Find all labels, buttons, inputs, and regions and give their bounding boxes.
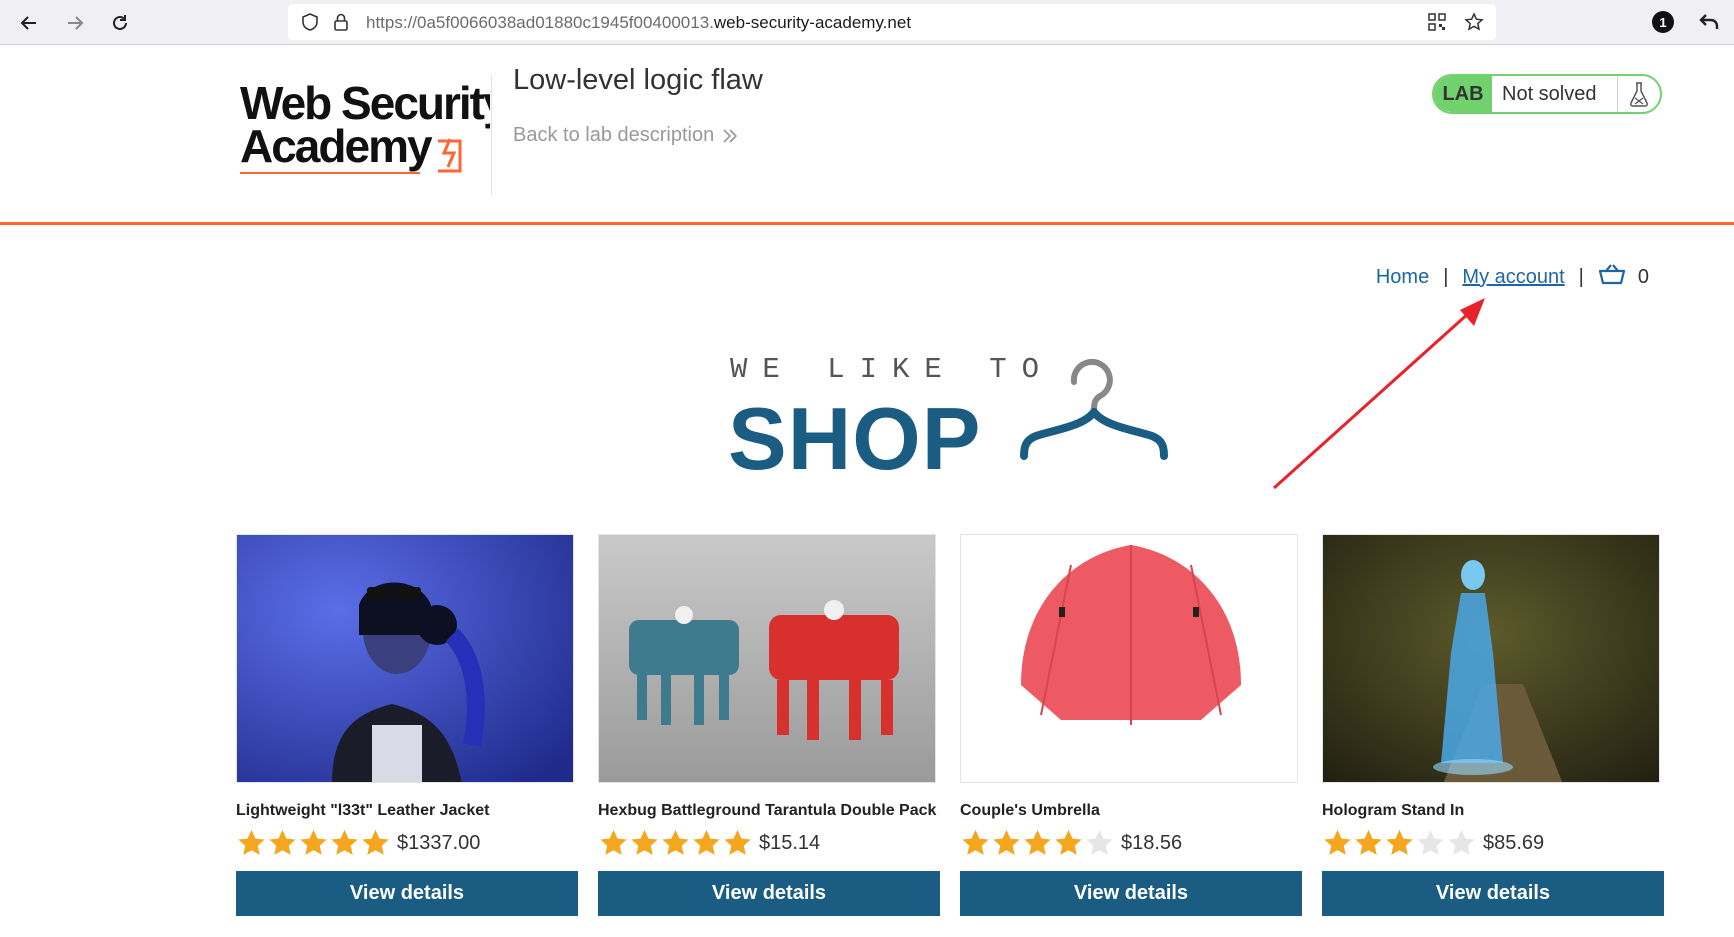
- view-details-button[interactable]: View details: [1322, 871, 1664, 916]
- product-rating: $18.56: [960, 828, 1302, 858]
- star-filled-icon: [1055, 829, 1082, 855]
- svg-text:Academy: Academy: [240, 120, 433, 172]
- product-name: Hexbug Battleground Tarantula Double Pac…: [598, 802, 937, 819]
- product-price: $85.69: [1483, 831, 1545, 854]
- product-rating: $15.14: [598, 828, 940, 858]
- product-rating: $1337.00: [236, 828, 578, 858]
- lab-badge: LAB: [1434, 76, 1492, 112]
- star-filled-icon: [1324, 829, 1351, 855]
- nav-separator: |: [1578, 265, 1584, 288]
- star-filled-icon: [1355, 829, 1382, 855]
- star-filled-icon: [693, 829, 720, 855]
- url-domain: web-security-academy.net: [713, 13, 912, 32]
- product-name: Lightweight "l33t" Leather Jacket: [236, 802, 490, 819]
- home-link[interactable]: Home: [1376, 266, 1429, 289]
- cart-basket-icon[interactable]: [1598, 263, 1626, 291]
- lab-status-text: Not solved: [1492, 76, 1618, 112]
- url-prefix: https://0a5f0066038ad01880c1945f00400013…: [366, 13, 714, 32]
- star-empty-icon: [1448, 829, 1475, 855]
- product-card: Hexbug Battleground Tarantula Double Pac…: [598, 534, 940, 916]
- web-security-academy-logo[interactable]: Web Security Academy: [238, 69, 511, 179]
- star-filled-icon: [300, 829, 327, 855]
- url-text[interactable]: https://0a5f0066038ad01880c1945f00400013…: [366, 13, 911, 33]
- nav-separator: |: [1443, 265, 1449, 288]
- qr-code-icon[interactable]: [1428, 13, 1446, 36]
- shop-navigation: Home | My account | 0: [1376, 263, 1649, 291]
- shield-icon[interactable]: [300, 12, 320, 37]
- my-account-link[interactable]: My account: [1462, 266, 1564, 289]
- lab-status-widget: LAB Not solved: [1432, 74, 1662, 114]
- product-name: Hologram Stand In: [1322, 802, 1465, 819]
- star-filled-icon: [662, 829, 689, 855]
- star-filled-icon: [1386, 829, 1413, 855]
- back-link-label: Back to lab description: [513, 124, 715, 146]
- star-filled-icon: [600, 829, 627, 855]
- product-price: $18.56: [1121, 831, 1183, 854]
- bookmark-star-icon[interactable]: [1464, 12, 1484, 37]
- view-details-button[interactable]: View details: [960, 871, 1302, 916]
- forward-arrow-icon[interactable]: [60, 8, 90, 38]
- product-image-umbrella: [960, 534, 1298, 783]
- star-filled-icon: [724, 829, 751, 855]
- lock-icon[interactable]: [332, 12, 350, 37]
- product-rating: $85.69: [1322, 828, 1664, 858]
- product-card: Hologram Stand In $85.69 View details: [1322, 534, 1664, 916]
- star-empty-icon: [1086, 829, 1113, 855]
- product-card: Couple's Umbrella $18.56 View details: [960, 534, 1302, 916]
- view-details-button[interactable]: View details: [236, 871, 578, 916]
- undo-arrow-icon[interactable]: [1698, 8, 1720, 38]
- notification-count: 1: [1652, 11, 1674, 33]
- back-to-lab-description-link[interactable]: Back to lab description: [513, 124, 738, 147]
- lab-title: Low-level logic flaw: [513, 64, 763, 96]
- banner-shop-text: SHOP: [728, 389, 982, 488]
- product-image-hexbug: [598, 534, 936, 783]
- star-filled-icon: [631, 829, 658, 855]
- notification-badge[interactable]: 1: [1652, 8, 1674, 33]
- browser-toolbar: https://0a5f0066038ad01880c1945f00400013…: [0, 0, 1734, 45]
- logo-divider: [491, 75, 492, 195]
- star-filled-icon: [238, 829, 265, 855]
- shop-banner: WE LIKE TO SHOP: [728, 350, 1168, 488]
- star-filled-icon: [331, 829, 358, 855]
- coat-hanger-icon: [1020, 358, 1168, 460]
- double-chevron-right-icon: [723, 128, 738, 143]
- view-details-button[interactable]: View details: [598, 871, 940, 916]
- flask-icon: [1618, 76, 1660, 112]
- star-empty-icon: [1417, 829, 1444, 855]
- product-card: Lightweight "l33t" Leather Jacket $1337.…: [236, 534, 578, 916]
- star-filled-icon: [269, 829, 296, 855]
- product-image-hologram: [1322, 534, 1660, 783]
- product-price: $1337.00: [397, 831, 481, 854]
- reload-icon[interactable]: [105, 8, 135, 38]
- product-image-leather-jacket: [236, 534, 574, 783]
- product-price: $15.14: [759, 831, 821, 854]
- product-name: Couple's Umbrella: [960, 802, 1100, 819]
- star-filled-icon: [362, 829, 389, 855]
- lab-header: Web Security Academy Low-level logic fla…: [0, 45, 1734, 225]
- star-filled-icon: [962, 829, 989, 855]
- cart-count: 0: [1637, 265, 1649, 288]
- banner-tagline: WE LIKE TO: [730, 353, 1055, 386]
- address-bar[interactable]: https://0a5f0066038ad01880c1945f00400013…: [288, 4, 1496, 40]
- red-pointer-arrow: [1272, 298, 1485, 490]
- star-filled-icon: [993, 829, 1020, 855]
- star-filled-icon: [1024, 829, 1051, 855]
- back-arrow-icon[interactable]: [14, 8, 44, 38]
